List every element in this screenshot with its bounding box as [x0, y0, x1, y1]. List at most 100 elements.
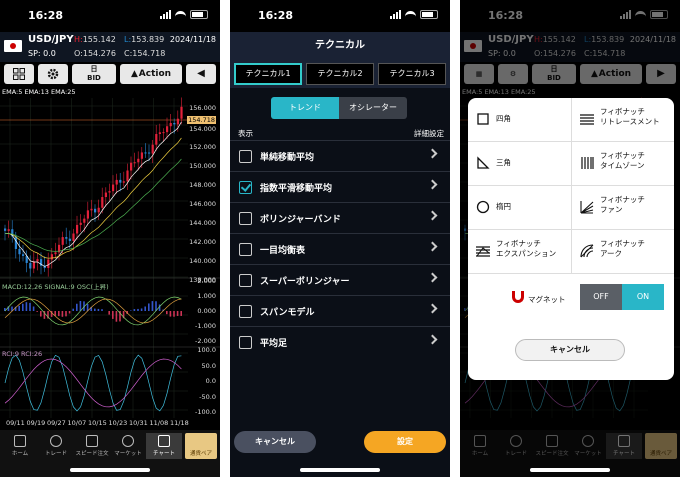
- chevron-right-icon[interactable]: [427, 210, 438, 221]
- drawing-tool-fib-arc[interactable]: フィボナッチ アーク: [571, 230, 674, 274]
- indicator-row[interactable]: 単純移動平均: [230, 140, 450, 171]
- tab-technical-1[interactable]: テクニカル1: [234, 63, 302, 85]
- macd-legend: MACD:12,26 SIGNAL:9 OSC(上昇): [2, 283, 109, 291]
- tab-technical-2[interactable]: テクニカル2: [306, 63, 374, 85]
- drawing-tool-rectangle[interactable]: 四角: [468, 98, 571, 142]
- candle-body: [94, 208, 97, 213]
- chevron-right-icon[interactable]: [427, 272, 438, 283]
- column-detail: 詳細設定: [414, 129, 444, 138]
- macd-bar: [40, 311, 42, 317]
- tab-trade[interactable]: トレード: [38, 433, 74, 459]
- cancel-button[interactable]: キャンセル: [515, 339, 625, 361]
- page-title: テクニカル: [230, 32, 450, 60]
- drawing-tool-ellipse[interactable]: 楕円: [468, 186, 571, 230]
- candle-body: [61, 237, 64, 245]
- chart-toolbar: 日 BID ▲ Action ◀: [0, 62, 220, 86]
- indicator-row[interactable]: スーパーボリンジャー: [230, 264, 450, 295]
- bid-period-button[interactable]: 日 BID: [72, 64, 116, 84]
- price-tick: 150.000: [189, 162, 216, 170]
- drawing-tool-fib-fan[interactable]: フィボナッチ ファン: [571, 186, 674, 230]
- rci-legend: RCI:9 RCI:26: [2, 350, 43, 358]
- macd-bar: [180, 311, 182, 316]
- macd-bar: [176, 311, 179, 316]
- segment-trend[interactable]: トレンド: [271, 97, 339, 119]
- currency-pair-switch-button[interactable]: 通貨ペア: [185, 433, 217, 459]
- chevron-right-icon[interactable]: [427, 334, 438, 345]
- price-tick: 156.000: [189, 104, 216, 112]
- indicator-label: 一目均衡表: [260, 246, 306, 256]
- rci-tick: -50.0: [199, 392, 216, 401]
- indicator-row[interactable]: 指数平滑移動平均: [230, 171, 450, 202]
- collapse-button[interactable]: ◀: [186, 64, 216, 84]
- ema-line: [4, 158, 182, 252]
- indicator-checkbox[interactable]: [239, 305, 252, 318]
- technical-settings-screen: 16:28 テクニカル テクニカル1 テクニカル2 テクニカル3 トレンド オシ…: [230, 0, 450, 477]
- candle-body: [169, 122, 172, 127]
- price-tick: 146.000: [189, 200, 216, 208]
- macd-bar: [22, 303, 24, 311]
- tab-trade-label: トレード: [44, 451, 67, 457]
- magnet-off-toggle[interactable]: OFF: [580, 284, 622, 310]
- settings-button[interactable]: [38, 64, 68, 84]
- home-indicator: [70, 468, 150, 472]
- price-tick: 144.000: [189, 219, 216, 227]
- indicator-checkbox[interactable]: [239, 212, 252, 225]
- candle-body: [68, 238, 71, 241]
- segment-oscillator[interactable]: オシレーター: [339, 97, 407, 119]
- chevron-right-icon[interactable]: [427, 303, 438, 314]
- bid-label: BID: [87, 74, 101, 82]
- x-tick: 10/07: [67, 419, 87, 427]
- chevron-right-icon[interactable]: [427, 179, 438, 190]
- tab-chart[interactable]: チャート: [146, 433, 182, 459]
- candle-body: [144, 152, 147, 154]
- drawing-tool-label: フィボナッチ エクスパンション: [496, 239, 557, 258]
- chevron-right-icon[interactable]: [427, 241, 438, 252]
- low-value: 153.839: [131, 35, 165, 44]
- tab-market[interactable]: マーケット: [110, 433, 146, 459]
- candle-body: [140, 152, 143, 159]
- macd-bar: [140, 308, 143, 311]
- tab-home[interactable]: ホーム: [2, 433, 38, 459]
- macd-bar: [25, 302, 28, 311]
- candle-body: [122, 181, 125, 183]
- wifi-icon: [175, 10, 186, 19]
- indicator-checkbox[interactable]: [239, 150, 252, 163]
- price-tick: 148.000: [189, 181, 216, 189]
- indicator-checkbox[interactable]: [239, 243, 252, 256]
- drawing-tool-label: 楕円: [496, 202, 511, 211]
- drawing-tool-fib-timezone[interactable]: フィボナッチ タイムゾーン: [571, 142, 674, 186]
- candle-body: [173, 122, 176, 125]
- tab-speed-order[interactable]: スピード注文: [74, 433, 110, 459]
- magnet-on-toggle[interactable]: ON: [622, 284, 664, 310]
- tab-technical-3[interactable]: テクニカル3: [378, 63, 446, 85]
- action-button[interactable]: ▲ Action: [120, 64, 182, 84]
- price-chart[interactable]: EMA:5 EMA:13 EMA:25 156.000 154.718 154.00…: [0, 86, 220, 430]
- drawing-tool-triangle[interactable]: 三角: [468, 142, 571, 186]
- rci-tick: 100.0: [197, 346, 216, 354]
- macd-bar: [94, 308, 96, 311]
- indicator-checkbox[interactable]: [239, 181, 252, 194]
- indicator-row[interactable]: 一目均衡表: [230, 233, 450, 264]
- drawing-tool-fib-expansion[interactable]: フィボナッチ エクスパンション: [468, 230, 571, 274]
- chevron-right-icon[interactable]: [427, 148, 438, 159]
- macd-bar: [151, 301, 154, 311]
- macd-bar: [86, 303, 89, 311]
- currency-pair[interactable]: USD/JPY: [28, 34, 74, 45]
- candle-body: [137, 158, 140, 163]
- ema-line: [4, 121, 182, 267]
- apply-button[interactable]: 設定: [364, 431, 446, 453]
- cancel-button[interactable]: キャンセル: [234, 431, 316, 453]
- indicator-row[interactable]: 平均足: [230, 326, 450, 357]
- chart-line-icon: [158, 435, 170, 447]
- japan-flag-icon: [4, 40, 22, 52]
- indicator-checkbox[interactable]: [239, 336, 252, 349]
- price-tick: 154.000: [189, 125, 216, 133]
- drawing-tool-fib-retracement[interactable]: フィボナッチ リトレースメント: [571, 98, 674, 142]
- fib-timezone-icon: [581, 157, 594, 169]
- macd-bar: [101, 309, 103, 311]
- indicator-row[interactable]: スパンモデル: [230, 295, 450, 326]
- layout-grid-button[interactable]: [4, 64, 34, 84]
- current-price-tag: 154.718: [187, 116, 216, 124]
- indicator-checkbox[interactable]: [239, 274, 252, 287]
- indicator-row[interactable]: ボリンジャーバンド: [230, 202, 450, 233]
